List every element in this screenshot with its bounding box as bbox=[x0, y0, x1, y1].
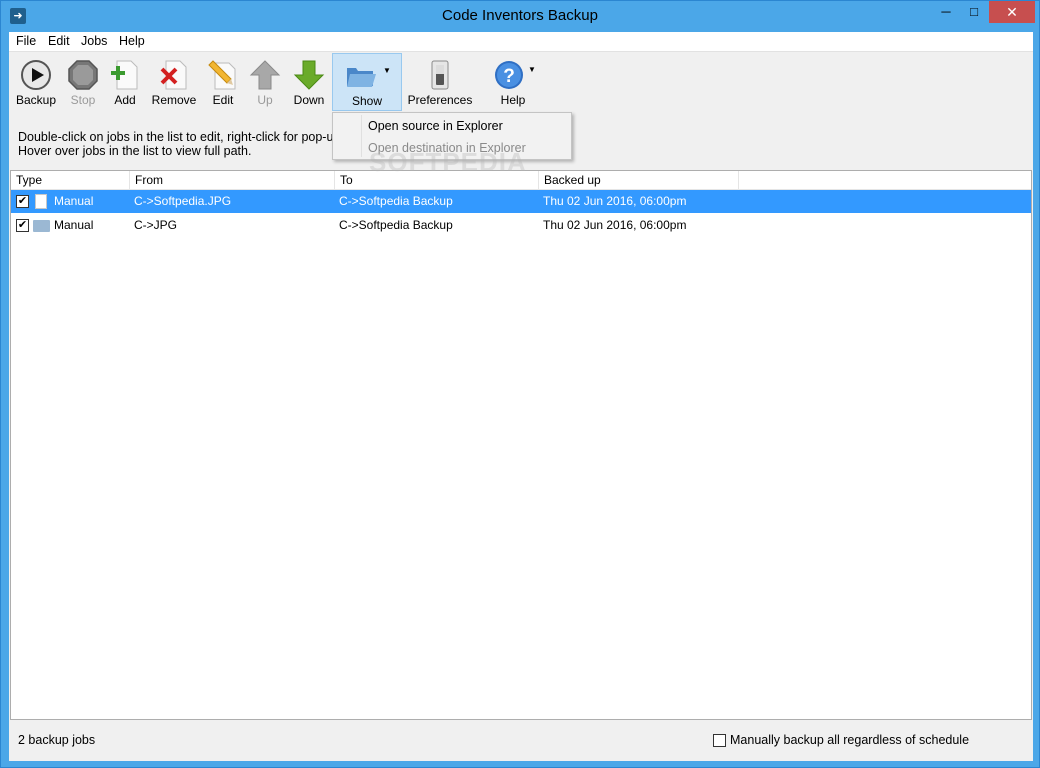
preferences-button[interactable]: Preferences bbox=[407, 53, 473, 111]
preferences-switch-icon bbox=[431, 60, 449, 90]
menu-separator bbox=[361, 115, 362, 157]
row-checkbox[interactable]: ✔ bbox=[16, 195, 29, 208]
title-bar[interactable]: ➜ Code Inventors Backup ─ □ ✕ bbox=[1, 1, 1039, 32]
column-type[interactable]: Type bbox=[11, 171, 130, 190]
client-area: File Edit Jobs Help Backup Stop Add Remo… bbox=[9, 32, 1033, 761]
edit-pencil-icon bbox=[208, 60, 236, 90]
show-button[interactable]: ▼ Show bbox=[332, 53, 402, 111]
edit-button[interactable]: Edit bbox=[205, 53, 241, 111]
stop-icon bbox=[68, 60, 98, 90]
manual-backup-all-label[interactable]: Manually backup all regardless of schedu… bbox=[730, 733, 969, 747]
menu-item-open-destination[interactable]: Open destination in Explorer bbox=[368, 141, 526, 155]
show-dropdown-menu: Open source in Explorer Open destination… bbox=[332, 112, 572, 160]
row-from: C->Softpedia.JPG bbox=[134, 194, 232, 208]
row-type: Manual bbox=[54, 218, 94, 232]
menu-jobs[interactable]: Jobs bbox=[81, 34, 107, 48]
up-button[interactable]: Up bbox=[247, 53, 283, 111]
status-bar: 2 backup jobs Manually backup all regard… bbox=[9, 721, 1033, 761]
toolbar: Backup Stop Add Remove Edit Up Down ▼ Sh… bbox=[9, 53, 1033, 113]
close-button[interactable]: ✕ bbox=[989, 1, 1035, 23]
stop-label: Stop bbox=[70, 93, 96, 107]
play-icon bbox=[21, 60, 51, 90]
usage-hint: Double-click on jobs in the list to edit… bbox=[18, 130, 340, 158]
menu-file[interactable]: File bbox=[16, 34, 36, 48]
row-backed-up: Thu 02 Jun 2016, 06:00pm bbox=[543, 218, 687, 232]
add-label: Add bbox=[114, 93, 136, 107]
column-backed-up[interactable]: Backed up bbox=[539, 171, 739, 190]
file-icon bbox=[35, 194, 47, 209]
preferences-label: Preferences bbox=[407, 93, 473, 107]
help-dropdown-caret-icon[interactable]: ▼ bbox=[528, 65, 536, 74]
row-to: C->Softpedia Backup bbox=[339, 194, 453, 208]
app-window: ➜ Code Inventors Backup ─ □ ✕ File Edit … bbox=[0, 0, 1040, 768]
backup-label: Backup bbox=[15, 93, 57, 107]
window-title: Code Inventors Backup bbox=[442, 7, 598, 24]
row-backed-up: Thu 02 Jun 2016, 06:00pm bbox=[543, 194, 687, 208]
row-to: C->Softpedia Backup bbox=[339, 218, 453, 232]
remove-label: Remove bbox=[151, 93, 197, 107]
folder-open-icon bbox=[347, 68, 376, 87]
down-button[interactable]: Down bbox=[289, 53, 329, 111]
help-question-icon: ? bbox=[495, 61, 523, 89]
jobs-count: 2 backup jobs bbox=[18, 733, 96, 747]
arrow-down-icon bbox=[293, 60, 325, 90]
hint-line-1: Double-click on jobs in the list to edit… bbox=[18, 130, 341, 144]
remove-button[interactable]: Remove bbox=[149, 53, 199, 111]
list-header: Type From To Backed up bbox=[11, 171, 1031, 190]
up-label: Up bbox=[257, 93, 273, 107]
show-dropdown-caret-icon[interactable]: ▼ bbox=[383, 66, 391, 75]
add-button[interactable]: Add bbox=[107, 53, 143, 111]
column-to[interactable]: To bbox=[335, 171, 539, 190]
table-row[interactable]: ✔ Manual C->JPG C->Softpedia Backup Thu … bbox=[11, 214, 1031, 237]
row-type: Manual bbox=[54, 194, 94, 208]
stop-button[interactable]: Stop bbox=[61, 53, 105, 111]
down-label: Down bbox=[293, 93, 325, 107]
hint-line-2: Hover over jobs in the list to view full… bbox=[18, 144, 252, 158]
add-file-icon bbox=[111, 60, 138, 90]
backup-jobs-list[interactable]: Type From To Backed up ✔ Manual C->Softp… bbox=[10, 170, 1032, 720]
row-from: C->JPG bbox=[134, 218, 178, 232]
remove-file-icon bbox=[160, 60, 187, 90]
menu-item-open-source[interactable]: Open source in Explorer bbox=[368, 119, 503, 133]
maximize-button[interactable]: □ bbox=[961, 1, 987, 23]
svg-text:?: ? bbox=[503, 66, 515, 87]
help-button[interactable]: ? ▼ Help bbox=[487, 53, 539, 111]
help-label: Help bbox=[500, 93, 526, 107]
folder-icon bbox=[33, 220, 50, 232]
minimize-button[interactable]: ─ bbox=[933, 1, 959, 23]
menu-help[interactable]: Help bbox=[119, 34, 145, 48]
column-from[interactable]: From bbox=[130, 171, 335, 190]
table-row[interactable]: ✔ Manual C->Softpedia.JPG C->Softpedia B… bbox=[11, 190, 1031, 213]
edit-label: Edit bbox=[212, 93, 234, 107]
menu-edit[interactable]: Edit bbox=[48, 34, 70, 48]
menu-bar: File Edit Jobs Help bbox=[9, 32, 1033, 52]
row-checkbox[interactable]: ✔ bbox=[16, 219, 29, 232]
manual-backup-all-checkbox[interactable] bbox=[713, 734, 726, 747]
arrow-up-icon bbox=[249, 60, 281, 90]
backup-button[interactable]: Backup bbox=[13, 53, 59, 111]
show-label: Show bbox=[351, 94, 383, 108]
